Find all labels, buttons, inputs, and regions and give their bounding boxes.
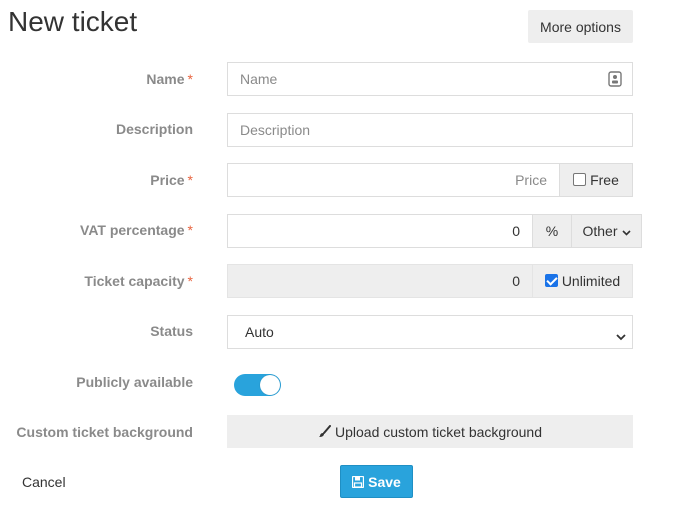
contact-card-icon[interactable]	[608, 71, 622, 90]
description-placeholder: Description	[240, 122, 311, 138]
public-label: Publicly available	[76, 374, 193, 390]
free-addon[interactable]: Free	[559, 163, 633, 197]
upload-background-button[interactable]: Upload custom ticket background	[227, 415, 633, 448]
status-select[interactable]: Auto	[227, 315, 633, 349]
percent-addon: %	[532, 214, 572, 248]
price-placeholder: Price	[515, 172, 547, 188]
more-options-button[interactable]: More options	[528, 10, 633, 43]
public-toggle[interactable]	[234, 374, 281, 396]
unlimited-checkbox[interactable]	[544, 273, 558, 287]
free-label: Free	[590, 172, 619, 188]
unlimited-addon[interactable]: Unlimited	[532, 264, 633, 298]
price-input[interactable]: Price	[227, 163, 560, 197]
free-checkbox[interactable]	[573, 172, 587, 186]
chevron-down-icon	[621, 223, 631, 239]
other-label: Other	[582, 223, 618, 239]
other-dropdown[interactable]: Other	[571, 214, 642, 248]
status-value: Auto	[245, 324, 274, 340]
capacity-input: 0	[227, 264, 533, 298]
cancel-link[interactable]: Cancel	[22, 474, 66, 490]
description-input[interactable]: Description	[227, 113, 633, 147]
name-input[interactable]: Name	[227, 62, 633, 96]
save-button[interactable]: Save	[340, 465, 413, 498]
required-marker: *	[187, 172, 193, 188]
save-label: Save	[368, 473, 401, 490]
name-label: Name *	[146, 71, 193, 87]
required-marker: *	[187, 273, 193, 289]
background-label: Custom ticket background	[16, 424, 193, 440]
status-label: Status	[150, 323, 193, 339]
unlimited-label: Unlimited	[561, 273, 621, 289]
upload-label: Upload custom ticket background	[335, 423, 542, 440]
vat-input[interactable]: 0	[227, 214, 533, 248]
vat-value: 0	[512, 223, 520, 239]
floppy-disk-icon	[352, 475, 365, 488]
toggle-knob	[260, 375, 280, 395]
paintbrush-icon	[318, 425, 331, 438]
name-placeholder: Name	[240, 71, 278, 87]
capacity-label: Ticket capacity *	[84, 273, 193, 289]
required-marker: *	[187, 222, 193, 238]
price-label: Price *	[150, 172, 193, 188]
description-label: Description	[115, 121, 193, 137]
vat-label: VAT percentage *	[80, 222, 193, 238]
page-title: New ticket	[8, 6, 138, 37]
required-marker: *	[187, 71, 193, 87]
capacity-value: 0	[512, 273, 520, 289]
chevron-down-icon	[616, 328, 626, 344]
